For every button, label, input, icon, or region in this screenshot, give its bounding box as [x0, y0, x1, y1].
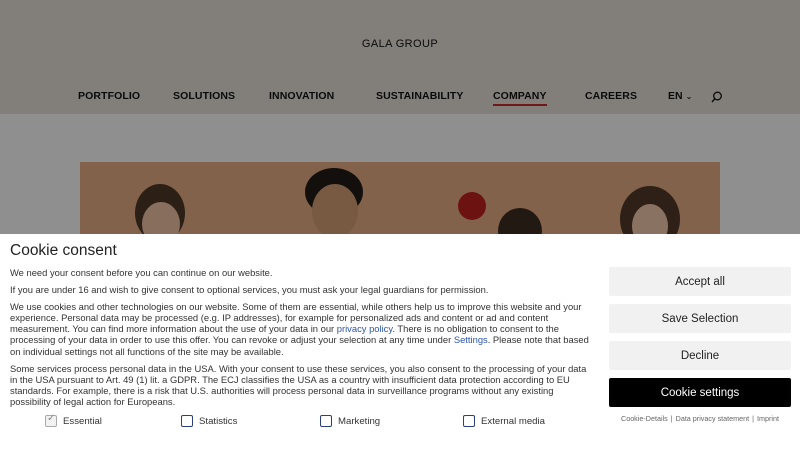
option-marketing[interactable]: Marketing — [320, 415, 380, 427]
privacy-policy-link[interactable]: privacy policy — [337, 323, 393, 334]
settings-link[interactable]: Settings — [454, 334, 488, 345]
consent-minors: If you are under 16 and wish to give con… — [10, 283, 489, 295]
option-marketing-label: Marketing — [338, 415, 381, 427]
cookie-settings-button[interactable]: Cookie settings — [609, 378, 791, 407]
consent-footer-links: Cookie-Details | Data privacy statement | Im… — [609, 414, 791, 423]
data-privacy-statement-link[interactable]: Data privacy statement — [676, 414, 750, 423]
option-external-media-label: External media — [481, 415, 545, 427]
consent-intro: We need your consent before you can cont… — [10, 267, 273, 278]
statistics-checkbox[interactable] — [181, 415, 193, 427]
option-external-media[interactable]: External media — [463, 415, 545, 427]
external-media-checkbox[interactable] — [463, 415, 475, 427]
consent-options: Essential Statistics Marketing External … — [45, 413, 605, 429]
consent-usa-notice: Some services process personal data in t… — [10, 362, 587, 408]
consent-text: We need your consent before you can cont… — [10, 267, 592, 413]
essential-checkbox — [45, 413, 57, 427]
imprint-link[interactable]: Imprint — [757, 414, 779, 423]
option-essential-label: Essential — [63, 415, 102, 427]
cookie-details-link[interactable]: Cookie-Details — [621, 414, 668, 423]
footer-separator: | — [752, 414, 755, 423]
accept-all-button[interactable]: Accept all — [609, 267, 791, 296]
save-selection-button[interactable]: Save Selection — [609, 304, 791, 333]
option-essential: Essential — [45, 413, 102, 427]
footer-separator: | — [670, 414, 673, 423]
marketing-checkbox[interactable] — [320, 415, 332, 427]
cookie-consent-dialog: Cookie consent We need your consent befo… — [0, 234, 800, 450]
option-statistics-label: Statistics — [199, 415, 238, 427]
consent-title: Cookie consent — [10, 242, 117, 259]
consent-body: We use cookies and other technologies on… — [10, 301, 592, 357]
option-statistics[interactable]: Statistics — [181, 415, 237, 427]
decline-button[interactable]: Decline — [609, 341, 791, 370]
